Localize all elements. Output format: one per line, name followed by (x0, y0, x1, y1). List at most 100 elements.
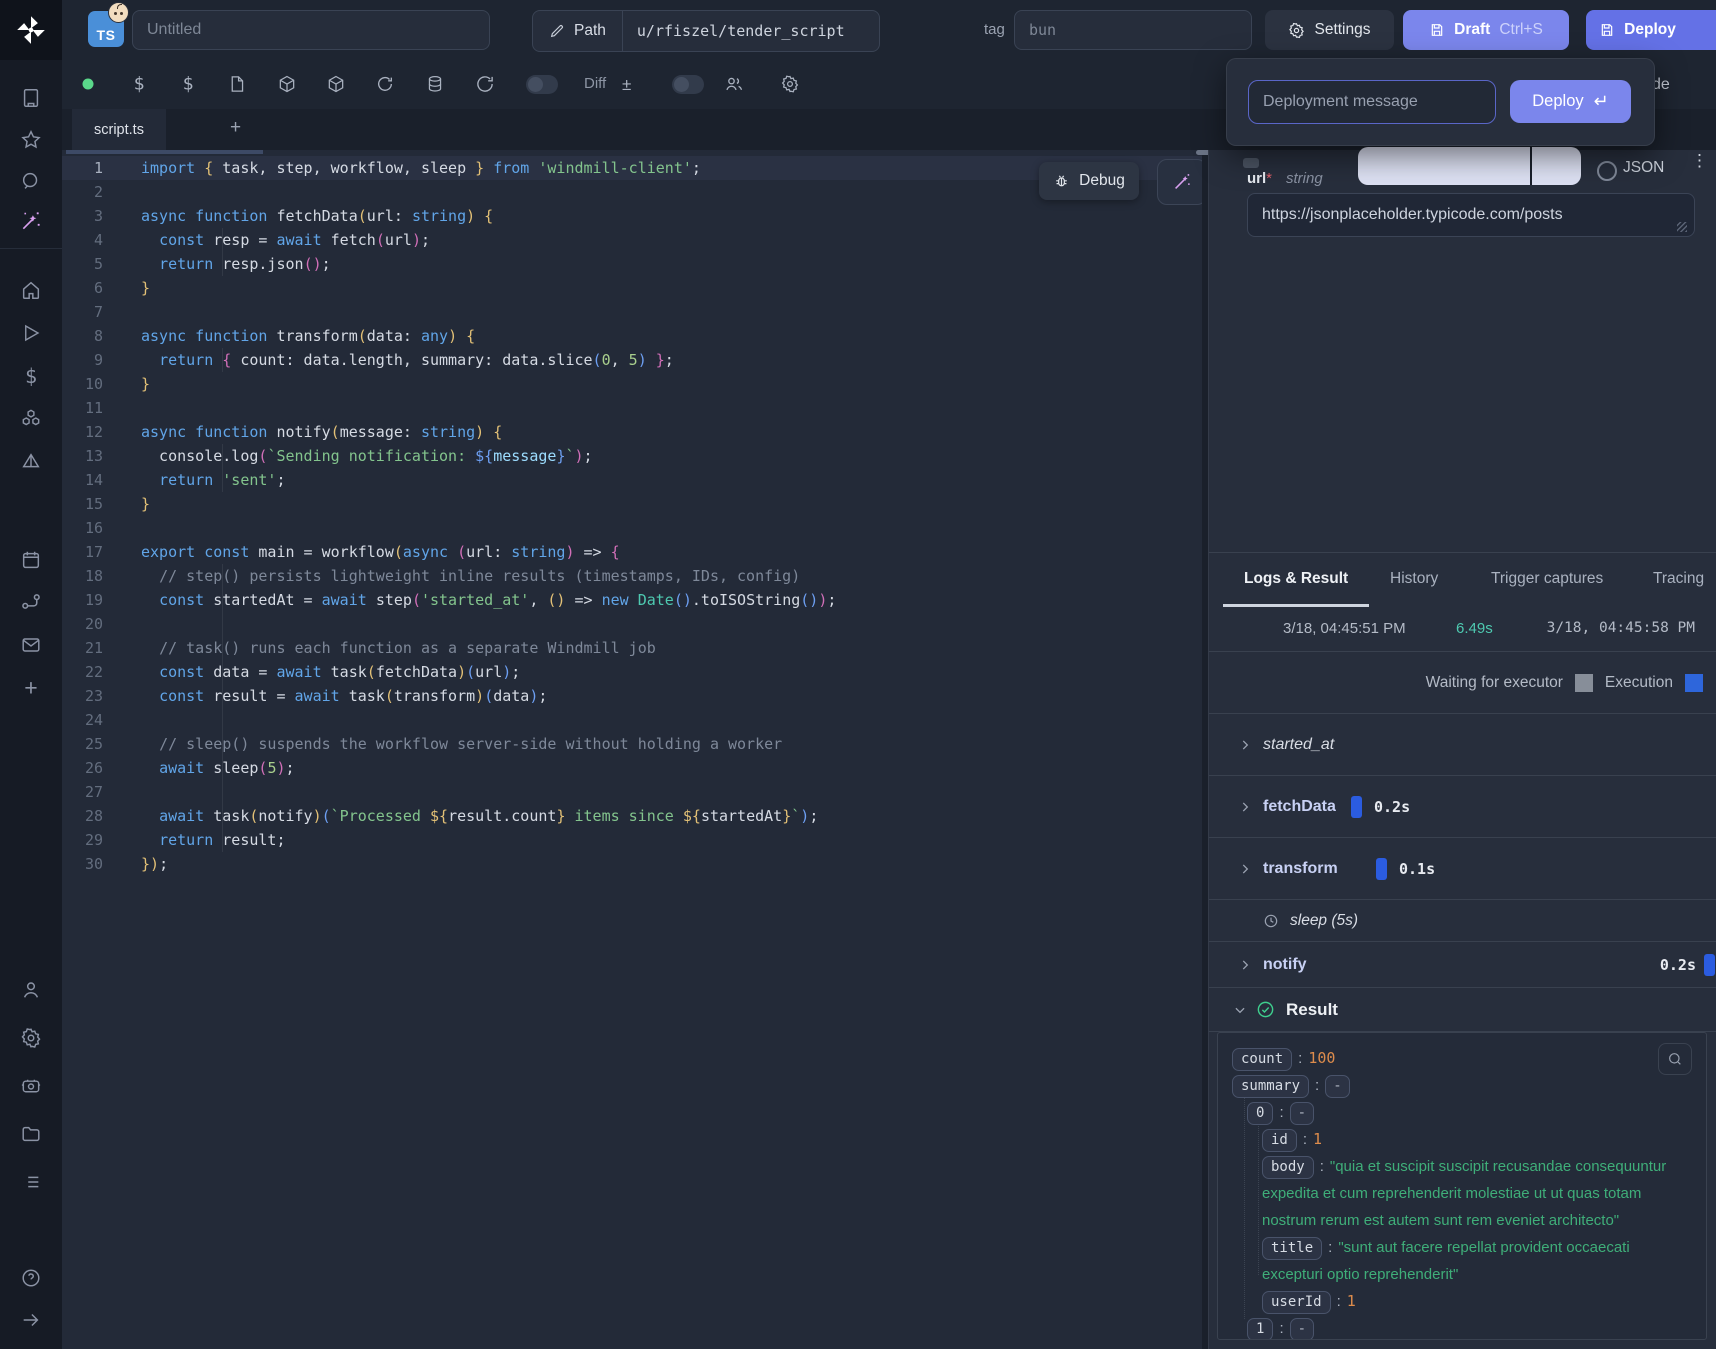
multiplayer-toggle[interactable] (672, 75, 704, 94)
save-icon (1429, 22, 1445, 38)
result-label: Result (1286, 1000, 1338, 1020)
schedules-pyramid-icon[interactable] (20, 451, 42, 473)
tab-logs-result[interactable]: Logs & Result (1244, 570, 1348, 588)
tab-history[interactable]: History (1390, 570, 1438, 588)
home-icon[interactable] (20, 279, 42, 301)
code-line: 6} (62, 276, 1202, 300)
audit-list-icon[interactable] (20, 1171, 42, 1193)
result-json-viewer: count:100summary:-0:-id:1body:"quia et s… (1217, 1032, 1707, 1340)
json-row[interactable]: 0:- (1232, 1099, 1692, 1126)
panel-tabs: Logs & Result History Trigger captures T… (1209, 552, 1716, 606)
result-row[interactable]: Result (1209, 988, 1716, 1032)
json-row[interactable]: count:100 (1232, 1045, 1692, 1072)
routes-flow-icon[interactable] (20, 591, 43, 614)
tab-label: script.ts (94, 122, 144, 138)
deployment-message-input[interactable] (1248, 80, 1496, 124)
calendar-icon[interactable] (20, 549, 42, 571)
refresh-icon[interactable] (476, 75, 495, 94)
rotate-icon[interactable] (376, 75, 395, 94)
code-line: 23 const result = await task(transform)(… (62, 684, 1202, 708)
favorites-star-icon[interactable] (20, 129, 42, 151)
mail-icon[interactable] (20, 634, 42, 656)
required-asterisk: * (1266, 170, 1272, 187)
chevron-right-icon[interactable] (1238, 800, 1252, 814)
bug-icon (1053, 173, 1070, 190)
add-tab-button[interactable]: + (230, 117, 241, 139)
chevron-right-icon[interactable] (1238, 738, 1252, 752)
settings-gear-icon[interactable] (20, 1027, 42, 1049)
users-icon[interactable] (724, 74, 744, 94)
runs-play-icon[interactable] (21, 323, 42, 344)
code-line: 28 await task(notify)(`Processed ${resul… (62, 804, 1202, 828)
ai-wand-icon[interactable] (20, 210, 43, 233)
variables-dollar-icon[interactable]: $ (183, 74, 194, 95)
timeline-row-notify[interactable]: notify 0.2s (1209, 942, 1716, 988)
package-icon[interactable] (277, 74, 297, 94)
timeline-row-transform[interactable]: transform 0.1s (1209, 838, 1716, 900)
path-value[interactable]: u/rfiszel/tender_script (622, 11, 859, 51)
json-toggle[interactable] (1597, 161, 1617, 181)
help-icon[interactable] (20, 1267, 42, 1289)
tab-tracing[interactable]: Tracing (1653, 570, 1704, 588)
json-row[interactable]: 1:- (1232, 1315, 1692, 1340)
timeline-row-started-at[interactable]: started_at (1209, 714, 1716, 776)
folders-icon[interactable] (20, 1123, 42, 1145)
json-row[interactable]: title:"sunt aut facere repellat providen… (1232, 1234, 1692, 1288)
code-line: 7 (62, 300, 1202, 324)
resources-cubes-icon[interactable] (20, 408, 43, 431)
plusminus-icon[interactable]: ± (622, 75, 631, 95)
kebab-menu-icon[interactable]: ⋮ (1691, 157, 1705, 164)
editor-scroll-indicator[interactable] (66, 150, 263, 154)
json-row[interactable]: userId:1 (1232, 1288, 1692, 1315)
tab-trigger-captures[interactable]: Trigger captures (1491, 570, 1603, 588)
code-line: 12async function notify(message: string)… (62, 420, 1202, 444)
ai-assist-button[interactable] (1157, 159, 1207, 205)
tab-script-ts[interactable]: script.ts (72, 109, 166, 150)
chevron-right-icon[interactable] (1238, 862, 1252, 876)
deploy-split-button[interactable]: Deploy (1586, 10, 1716, 50)
assets-dollar-icon[interactable]: $ (134, 74, 145, 95)
path-group[interactable]: Path u/rfiszel/tender_script (532, 10, 880, 52)
pencil-icon (549, 23, 565, 39)
draft-button[interactable]: Draft Ctrl+S (1403, 10, 1569, 50)
step-duration: 0.2s (1660, 956, 1696, 974)
database-icon[interactable] (426, 75, 445, 94)
deploy-main[interactable]: Deploy (1586, 10, 1689, 50)
file-icon[interactable] (228, 75, 247, 94)
path-label-wrap[interactable]: Path (533, 11, 622, 51)
script-title-input[interactable] (132, 10, 490, 50)
diff-toggle[interactable] (526, 75, 558, 94)
top-header: TS Path u/rfiszel/tender_script tag Sett… (62, 0, 1716, 61)
debug-button[interactable]: Debug (1039, 162, 1139, 200)
settings-button[interactable]: Settings (1265, 10, 1394, 50)
code-editor[interactable]: 1import { task, step, workflow, sleep } … (62, 150, 1202, 1349)
test-button[interactable] (1358, 147, 1581, 185)
json-row[interactable]: body:"quia et suscipit suscipit recusand… (1232, 1153, 1692, 1234)
workers-bot-icon[interactable] (20, 1075, 43, 1098)
search-icon[interactable] (20, 170, 42, 192)
code-line: 26 await sleep(5); (62, 756, 1202, 780)
collapse-arrow-icon[interactable] (20, 1309, 42, 1331)
chevron-right-icon[interactable] (1238, 958, 1252, 972)
url-input[interactable] (1247, 193, 1695, 237)
popover-deploy-button[interactable]: Deploy ↵ (1510, 80, 1631, 123)
tag-input[interactable] (1014, 10, 1252, 50)
user-icon[interactable] (20, 979, 42, 1001)
package2-icon[interactable] (326, 74, 346, 94)
search-result-icon[interactable] (1658, 1043, 1692, 1075)
chevron-down-icon[interactable] (1233, 1003, 1247, 1017)
code-line: 22 const data = await task(fetchData)(ur… (62, 660, 1202, 684)
variables-dollar-icon[interactable]: $ (25, 364, 37, 388)
json-row[interactable]: id:1 (1232, 1126, 1692, 1153)
timeline-row-fetchdata[interactable]: fetchData 0.2s (1209, 776, 1716, 838)
step-name: transform (1263, 860, 1341, 878)
add-plus-icon[interactable]: + (24, 675, 37, 702)
json-row[interactable]: summary:- (1232, 1072, 1692, 1099)
resize-grip-icon[interactable] (1677, 222, 1687, 232)
collapse-handle[interactable] (1243, 158, 1259, 168)
execution-bar (1704, 954, 1715, 976)
editor-settings-gear-icon[interactable] (781, 75, 800, 94)
status-dot-icon (83, 79, 94, 90)
windmill-logo[interactable] (0, 0, 62, 60)
workspace-building-icon[interactable] (20, 87, 42, 109)
